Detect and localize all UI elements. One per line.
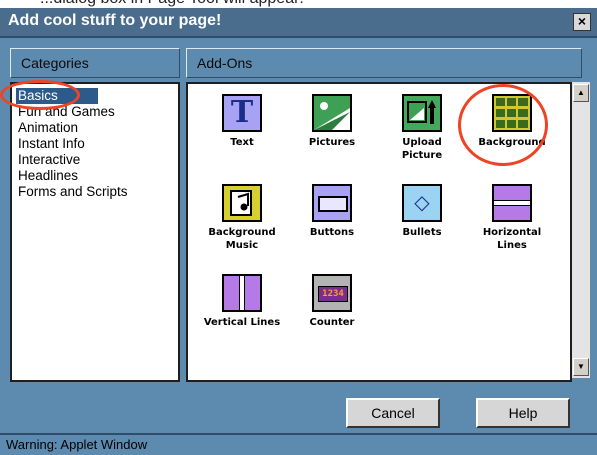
status-text: Warning: Applet Window <box>6 437 148 452</box>
music-note-icon <box>222 184 262 222</box>
add-ons-header: Add-Ons <box>186 48 582 78</box>
addon-pictures[interactable]: Pictures <box>292 94 372 149</box>
dialog-title: Add cool stuff to your page! <box>8 12 222 29</box>
category-item-forms-and-scripts[interactable]: Forms and Scripts <box>16 184 178 200</box>
button-icon <box>312 184 352 222</box>
close-button[interactable]: × <box>573 13 591 31</box>
addon-text-label: Text <box>230 137 254 148</box>
addon-text[interactable]: T Text <box>202 94 282 149</box>
text-T-icon: T <box>222 94 262 132</box>
upload-picture-icon <box>402 94 442 132</box>
basics-highlight-circle <box>0 80 80 110</box>
background-highlight-circle <box>458 84 548 166</box>
addon-background-music-label: Background Music <box>208 227 276 251</box>
category-item-interactive[interactable]: Interactive <box>16 152 178 168</box>
horizontal-line-icon <box>492 184 532 222</box>
picture-icon <box>312 94 352 132</box>
counter-icon: 1234 <box>312 274 352 312</box>
categories-list-panel: Basics Fun and Games Animation Instant I… <box>10 82 180 382</box>
close-icon: × <box>577 13 587 29</box>
addon-buttons[interactable]: Buttons <box>292 184 372 239</box>
category-item-animation[interactable]: Animation <box>16 120 178 136</box>
addon-bullets[interactable]: ◇ Bullets <box>382 184 462 239</box>
addon-vertical-lines-label: Vertical Lines <box>203 317 281 328</box>
scroll-up-button[interactable]: ▲ <box>573 84 589 102</box>
categories-header: Categories <box>10 48 180 78</box>
counter-digits: 1234 <box>318 286 348 302</box>
add-ons-scrollbar[interactable]: ▲ ▼ <box>572 82 590 378</box>
addon-counter[interactable]: 1234 Counter <box>292 274 372 329</box>
addon-upload-picture-label: Upload Picture <box>401 137 443 161</box>
addon-upload-picture[interactable]: Upload Picture <box>382 94 462 162</box>
scroll-down-button[interactable]: ▼ <box>573 358 589 376</box>
addon-bullets-label: Bullets <box>402 227 442 238</box>
vertical-line-icon <box>222 274 262 312</box>
addon-vertical-lines[interactable]: Vertical Lines <box>202 274 282 329</box>
addon-background-music[interactable]: Background Music <box>202 184 282 252</box>
cancel-button[interactable]: Cancel <box>346 398 440 428</box>
title-bar: Add cool stuff to your page! × <box>0 8 597 38</box>
addon-counter-label: Counter <box>309 317 355 328</box>
scroll-up-arrow-icon: ▲ <box>577 88 585 97</box>
bullet-diamond-icon: ◇ <box>402 184 442 222</box>
addon-horizontal-lines-label: Horizontal Lines <box>482 227 542 251</box>
help-button[interactable]: Help <box>476 398 570 428</box>
background-page-text: ...dialog box in Page Tool will appear: <box>0 0 597 8</box>
addon-buttons-label: Buttons <box>309 227 355 238</box>
scroll-down-arrow-icon: ▼ <box>577 362 585 371</box>
add-ons-dialog: Add cool stuff to your page! × Categorie… <box>0 8 597 455</box>
category-item-instant-info[interactable]: Instant Info <box>16 136 178 152</box>
status-bar: Warning: Applet Window <box>0 433 597 455</box>
addon-horizontal-lines[interactable]: Horizontal Lines <box>472 184 552 252</box>
category-item-headlines[interactable]: Headlines <box>16 168 178 184</box>
addon-pictures-label: Pictures <box>308 137 356 148</box>
